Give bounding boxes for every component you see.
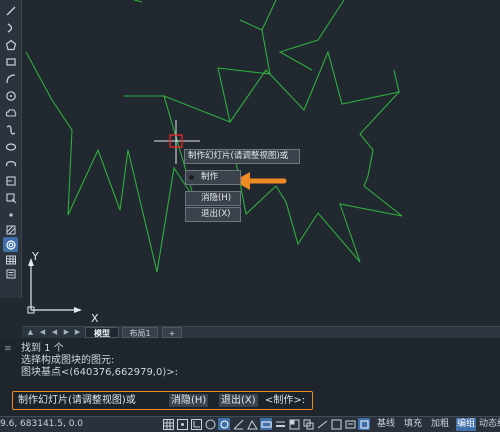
hatch-icon[interactable] bbox=[3, 222, 18, 237]
arc-icon[interactable] bbox=[3, 20, 18, 35]
rectangle-icon[interactable] bbox=[3, 54, 18, 69]
dynamic-options-menu: 制作 消隐(H) 退出(X) bbox=[185, 170, 241, 224]
point-icon[interactable] bbox=[3, 207, 18, 222]
star-polyline-drawing bbox=[25, 0, 403, 273]
otrack-icon[interactable] bbox=[232, 418, 244, 430]
region-icon[interactable] bbox=[3, 237, 18, 252]
ortho-icon[interactable] bbox=[190, 418, 202, 430]
tab-model[interactable]: 模型 bbox=[85, 327, 119, 338]
circle-icon[interactable] bbox=[3, 88, 18, 103]
next-tab-icon[interactable]: ◀ bbox=[50, 328, 59, 337]
make-block-icon[interactable] bbox=[3, 190, 18, 205]
status-group[interactable]: 编组 bbox=[456, 418, 477, 431]
spline-icon[interactable] bbox=[3, 122, 18, 137]
axis-x-label: X bbox=[91, 312, 99, 325]
tab-layout1[interactable]: 布局1 bbox=[122, 327, 158, 338]
command-history-line: 找到 1 个 bbox=[21, 343, 64, 354]
model-space-icon[interactable] bbox=[330, 418, 342, 430]
status-fill[interactable]: 填充 bbox=[404, 418, 422, 431]
ellipse-icon[interactable] bbox=[3, 139, 18, 154]
prompt-text: 制作幻灯片(请调整视图)或 bbox=[18, 395, 136, 406]
menu-item-hide[interactable]: 消隐(H) bbox=[185, 191, 241, 206]
prompt-option-exit[interactable]: 退出(X) bbox=[219, 394, 258, 407]
selected-bullet-icon bbox=[189, 175, 194, 180]
ucs-axis-icon bbox=[27, 258, 82, 314]
menu-item-exit[interactable]: 退出(X) bbox=[185, 207, 241, 222]
mtext-icon[interactable] bbox=[3, 266, 18, 281]
first-tab-icon[interactable]: ▲ bbox=[26, 328, 35, 337]
osnap-icon[interactable] bbox=[218, 418, 230, 430]
command-history-line: 图块基点<(640376,662979,0)>: bbox=[21, 367, 178, 378]
isolate-icon[interactable] bbox=[358, 418, 370, 430]
snap-icon[interactable] bbox=[176, 418, 188, 430]
polar-icon[interactable] bbox=[204, 418, 216, 430]
status-baseline[interactable]: 基线 bbox=[377, 418, 395, 431]
dyn-input-icon[interactable] bbox=[260, 418, 272, 430]
cloud-icon[interactable] bbox=[3, 105, 18, 120]
coordinate-readout: 9.6, 683141.5, 0.0 bbox=[0, 419, 84, 429]
dyn-ucs-icon[interactable] bbox=[246, 418, 258, 430]
dynamic-input-tooltip: 制作幻灯片(请调整视图)或 bbox=[184, 149, 300, 164]
menu-item-label: 消隐(H) bbox=[201, 193, 232, 203]
lineweight-icon[interactable] bbox=[274, 418, 286, 430]
quick-props-icon[interactable] bbox=[344, 418, 356, 430]
curve-icon[interactable] bbox=[3, 71, 18, 86]
draw-toolbar bbox=[0, 0, 22, 298]
insert-block-icon[interactable] bbox=[3, 173, 18, 188]
last-tab-icon[interactable]: ▶ bbox=[73, 328, 82, 337]
command-history-line: 选择构成图块的图元: bbox=[21, 355, 115, 366]
fwd-tab-icon[interactable]: ▶ bbox=[62, 328, 71, 337]
prompt-default: <制作>: bbox=[265, 395, 306, 406]
line-icon[interactable] bbox=[3, 3, 18, 18]
axis-y-label: Y bbox=[31, 250, 39, 263]
polygon-icon[interactable] bbox=[3, 37, 18, 52]
table-icon[interactable] bbox=[3, 252, 18, 267]
status-bold[interactable]: 加粗 bbox=[431, 418, 449, 431]
command-prompt[interactable]: 制作幻灯片(请调整视图)或 消隐(H) 退出(X) <制作>: bbox=[12, 391, 313, 410]
prev-tab-icon[interactable]: ◀ bbox=[38, 328, 47, 337]
prompt-option-hide[interactable]: 消隐(H) bbox=[169, 394, 209, 407]
menu-item-label: 制作 bbox=[201, 172, 219, 182]
command-grip-icon[interactable]: ≡ bbox=[4, 344, 14, 354]
menu-item-make[interactable]: 制作 bbox=[185, 170, 241, 185]
status-bar: 9.6, 683141.5, 0.0 基线 填充 加粗 编组 动态组 bbox=[0, 416, 500, 432]
annotation-icon[interactable] bbox=[316, 418, 328, 430]
menu-item-label: 退出(X) bbox=[201, 209, 231, 219]
toolbar-bottom-strip bbox=[0, 298, 21, 334]
ellipse-arc-icon[interactable] bbox=[3, 156, 18, 171]
selection-cycle-icon[interactable] bbox=[302, 418, 314, 430]
transparency-icon[interactable] bbox=[288, 418, 300, 430]
grid-icon[interactable] bbox=[162, 418, 174, 430]
tab-add[interactable]: + bbox=[162, 327, 182, 338]
status-dynamic-group[interactable]: 动态组 bbox=[479, 418, 500, 431]
